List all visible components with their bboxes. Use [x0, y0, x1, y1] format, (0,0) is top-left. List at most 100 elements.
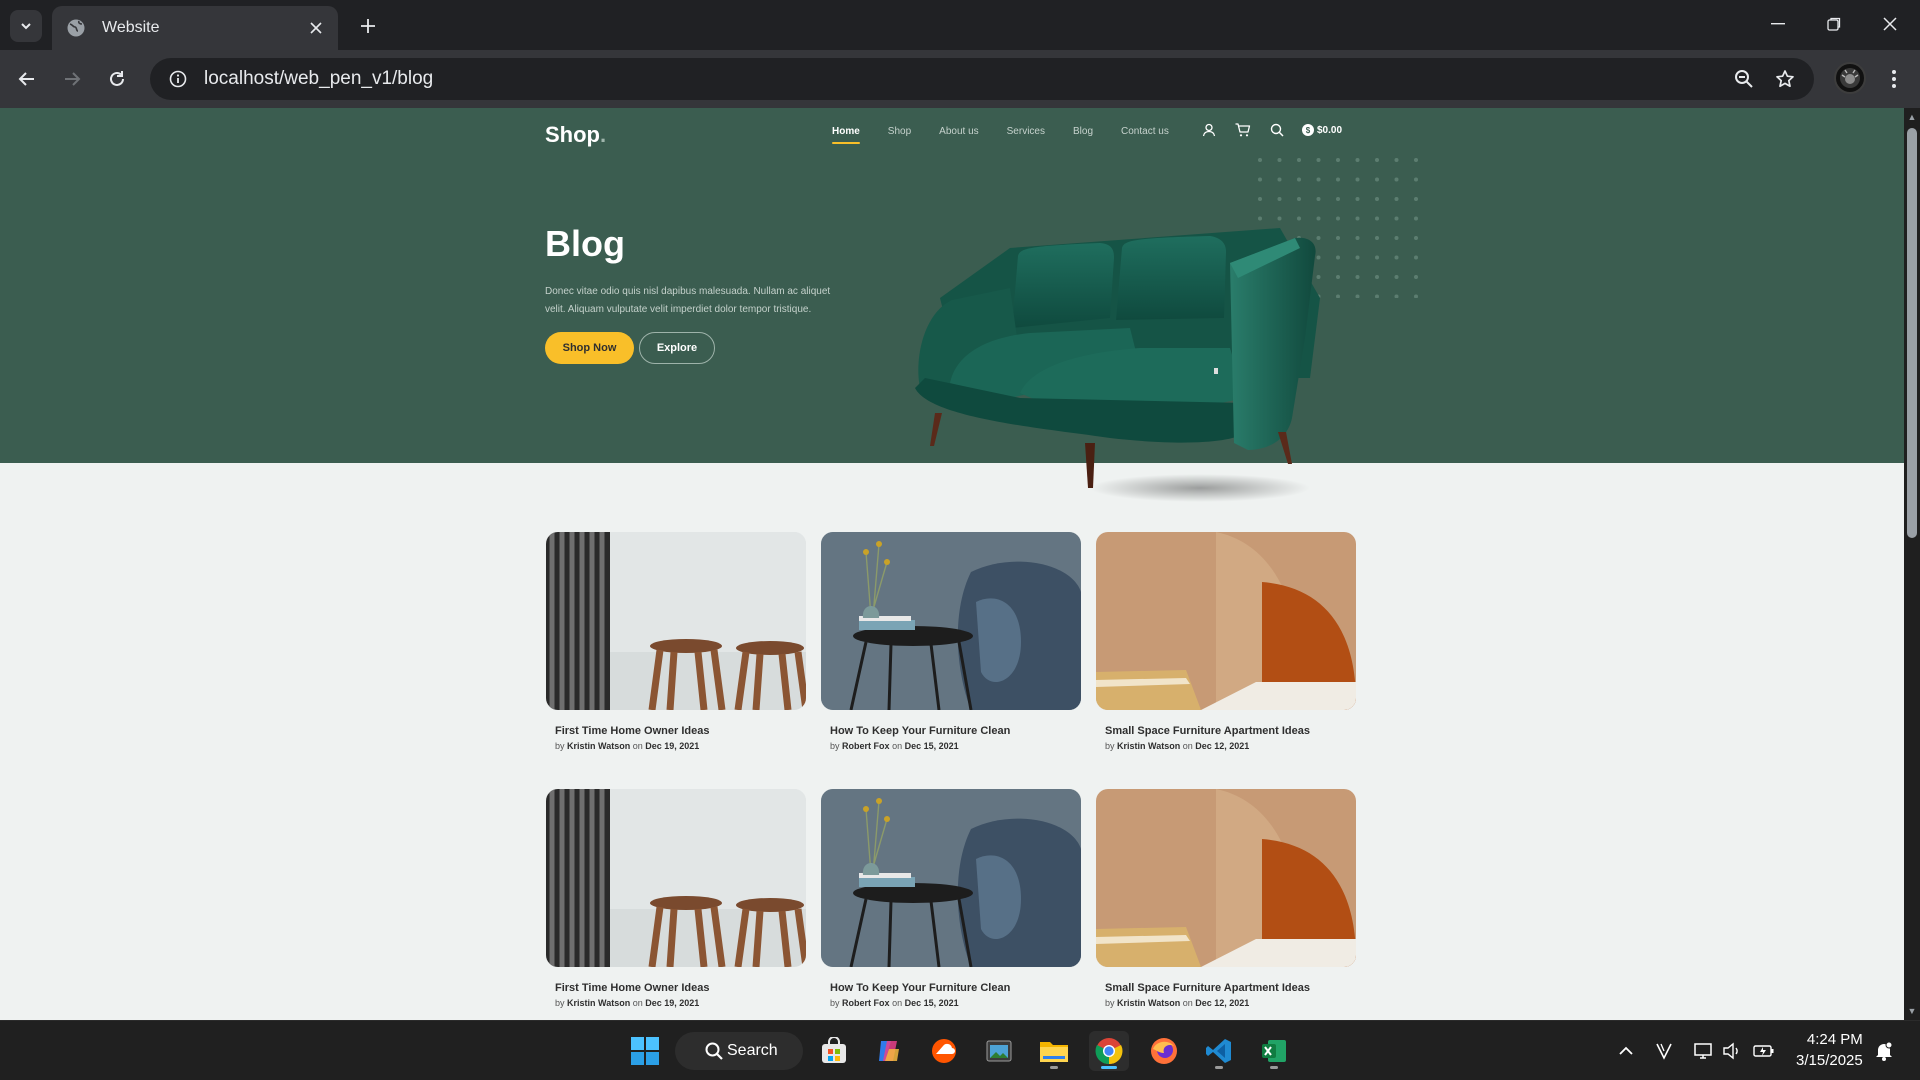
stools-image	[546, 789, 806, 967]
blog-card-title[interactable]: Small Space Furniture Apartment Ideas	[1105, 982, 1356, 994]
blog-card-image-side-table[interactable]	[821, 532, 1081, 710]
blog-card-author: Kristin Watson	[1117, 998, 1181, 1008]
blog-card[interactable]: First Time Home Owner Ideas by Kristin W…	[546, 789, 806, 1008]
restore-icon	[1827, 17, 1841, 31]
address-bar[interactable]: localhost/web_pen_v1/blog	[150, 58, 1814, 100]
chrome-app[interactable]	[1089, 1031, 1129, 1071]
file-explorer-app[interactable]	[1034, 1031, 1074, 1071]
coin-icon: $	[1302, 124, 1314, 136]
vscode-app[interactable]	[1199, 1031, 1239, 1071]
close-tab-icon[interactable]	[302, 14, 330, 42]
store-app[interactable]	[814, 1031, 854, 1071]
meta-by: by	[555, 998, 565, 1008]
start-button[interactable]	[625, 1031, 665, 1071]
show-hidden-icons-button[interactable]	[1614, 1041, 1638, 1061]
blog-card[interactable]: How To Keep Your Furniture Clean by Robe…	[821, 532, 1081, 751]
firefox-app[interactable]	[1144, 1031, 1184, 1071]
blog-card-image-arches[interactable]	[1096, 532, 1356, 710]
explore-button[interactable]: Explore	[639, 332, 715, 364]
minimize-button[interactable]	[1750, 0, 1806, 48]
scroll-up-arrow-icon[interactable]: ▲	[1907, 112, 1917, 122]
arches-image	[1096, 532, 1356, 710]
nav-about-us[interactable]: About us	[939, 126, 978, 137]
blog-card-image-side-table[interactable]	[821, 789, 1081, 967]
search-icon[interactable]	[1268, 121, 1286, 139]
active-indicator	[1101, 1066, 1117, 1069]
nav-services[interactable]: Services	[1007, 126, 1045, 137]
chevron-down-icon	[21, 23, 31, 30]
battery-tray-icon[interactable]	[1752, 1041, 1776, 1061]
shop-now-button[interactable]: Shop Now	[545, 332, 634, 364]
blog-card[interactable]: First Time Home Owner Ideas by Kristin W…	[546, 532, 806, 751]
notifications-button[interactable]	[1872, 1041, 1896, 1061]
scrollbar-thumb[interactable]	[1907, 128, 1917, 538]
blog-card[interactable]: Small Space Furniture Apartment Ideas by…	[1096, 532, 1356, 751]
volume-tray-icon[interactable]	[1720, 1041, 1744, 1061]
browser-menu-button[interactable]	[1880, 62, 1908, 96]
blog-card-title[interactable]: First Time Home Owner Ideas	[555, 725, 806, 737]
soundcloud-icon	[932, 1039, 956, 1063]
nav-shop[interactable]: Shop	[888, 126, 911, 137]
nav-home[interactable]: Home	[832, 126, 860, 144]
user-icon[interactable]	[1200, 121, 1218, 139]
page-scrollbar[interactable]: ▲ ▼	[1904, 108, 1920, 1020]
clock-time: 4:24 PM	[1806, 1031, 1863, 1048]
store-icon	[822, 1037, 846, 1063]
scroll-down-arrow-icon[interactable]: ▼	[1907, 1006, 1917, 1016]
nav-contact-us[interactable]: Contact us	[1121, 126, 1169, 137]
running-indicator	[1050, 1066, 1058, 1069]
side-table-image	[821, 789, 1081, 967]
search-icon	[705, 1042, 723, 1060]
taskbar-search-label: Search	[727, 1042, 778, 1059]
arrow-right-icon	[65, 72, 81, 86]
blog-card-date: Dec 19, 2021	[645, 998, 700, 1008]
site-logo[interactable]: Shop.	[545, 122, 606, 148]
snipping-tool-app[interactable]	[979, 1031, 1019, 1071]
blog-card-title[interactable]: First Time Home Owner Ideas	[555, 982, 806, 994]
taskbar-search[interactable]: Search	[675, 1032, 803, 1070]
blog-card-title[interactable]: How To Keep Your Furniture Clean	[830, 725, 1081, 737]
firefox-icon	[1151, 1038, 1177, 1064]
browser-toolbar: localhost/web_pen_v1/blog	[0, 50, 1920, 108]
blog-card-title[interactable]: How To Keep Your Furniture Clean	[830, 982, 1081, 994]
copilot-app[interactable]	[869, 1031, 909, 1071]
url-text[interactable]: localhost/web_pen_v1/blog	[204, 68, 433, 90]
plus-icon	[361, 19, 375, 33]
blog-card[interactable]: Small Space Furniture Apartment Ideas by…	[1096, 789, 1356, 1008]
meta-by: by	[1105, 741, 1115, 751]
nav-blog[interactable]: Blog	[1073, 126, 1093, 137]
blog-card-image-arches[interactable]	[1096, 789, 1356, 967]
meta-on: on	[1182, 998, 1193, 1008]
reload-button[interactable]	[99, 61, 135, 97]
taskbar-clock[interactable]: 4:24 PM 3/15/2025	[1796, 1029, 1863, 1071]
vpn-tray-icon[interactable]	[1652, 1041, 1676, 1061]
cart-total[interactable]: $ $0.00	[1302, 124, 1342, 136]
network-tray-icon[interactable]	[1692, 1041, 1716, 1061]
restore-button[interactable]	[1806, 0, 1862, 48]
browser-tab[interactable]: Website	[52, 6, 338, 50]
profile-avatar[interactable]	[1834, 62, 1866, 94]
reload-icon	[110, 71, 124, 86]
close-window-button[interactable]	[1862, 0, 1918, 48]
cart-icon[interactable]	[1234, 121, 1252, 139]
forward-button[interactable]	[54, 61, 90, 97]
nav-icons: $ $0.00	[1200, 121, 1342, 139]
blog-card-meta: by Robert Fox on Dec 15, 2021	[830, 741, 1081, 751]
new-tab-button[interactable]	[352, 10, 384, 42]
bookmark-star-icon[interactable]	[1769, 63, 1801, 95]
windows-logo-icon	[631, 1037, 659, 1065]
excel-app[interactable]	[1254, 1031, 1294, 1071]
blog-card[interactable]: How To Keep Your Furniture Clean by Robe…	[821, 789, 1081, 1008]
back-button[interactable]	[9, 61, 45, 97]
tab-search-button[interactable]	[10, 10, 42, 42]
chevron-up-icon	[1619, 1046, 1633, 1055]
blog-card-image-stools[interactable]	[546, 789, 806, 967]
zoom-icon[interactable]	[1728, 63, 1760, 95]
blog-card-image-stools[interactable]	[546, 532, 806, 710]
browser-tab-strip: Website	[0, 0, 1920, 50]
meta-by: by	[555, 741, 565, 751]
stools-image	[546, 532, 806, 710]
blog-card-title[interactable]: Small Space Furniture Apartment Ideas	[1105, 725, 1356, 737]
site-info-icon[interactable]	[158, 70, 198, 88]
soundcloud-app[interactable]	[924, 1031, 964, 1071]
